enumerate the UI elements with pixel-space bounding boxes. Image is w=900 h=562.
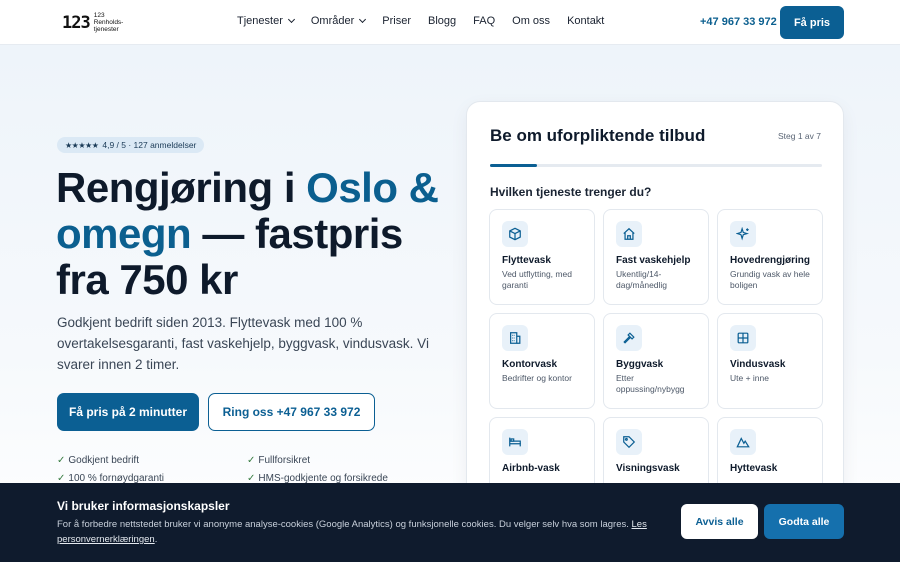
service-option-fast-vaskehjelp[interactable]: Fast vaskehjelp Ukentlig/14-dag/månedlig [603, 209, 709, 305]
chevron-down-icon [287, 15, 295, 24]
service-desc: Grundig vask av hele boligen [730, 269, 810, 290]
rating-text: 4,9 / 5 · 127 anmeldelser [102, 140, 197, 150]
accept-all-button[interactable]: Godta alle [764, 504, 844, 539]
hero-title: Rengjøring i Oslo & omegn — fastpris fra… [56, 165, 456, 303]
service-options: Flyttevask Ved utflytting, med garanti F… [489, 209, 823, 513]
menu-label: Områder [310, 15, 355, 27]
service-desc: Ved utflytting, med garanti [502, 269, 572, 290]
check-item: ✓ Fullforsikret [247, 455, 417, 466]
menu-label: Tjenester [237, 15, 283, 27]
menu-item-priser[interactable]: Priser [382, 15, 411, 27]
top-navigation: 123 123 Renholds-tjenester Tjenester Omr… [0, 0, 900, 45]
sparkle-icon [730, 221, 756, 247]
checkmark-icon: ✓ [247, 455, 256, 466]
service-name: Flyttevask [502, 255, 551, 266]
form-question: Hvilken tjeneste trenger du? [490, 185, 652, 199]
star-rating-icon: ★★★★★ [65, 140, 99, 150]
hero-subtitle: Godkjent bedrift siden 2013. Flyttevask … [57, 315, 429, 372]
logo-mark: 123 [62, 12, 91, 33]
service-desc: Bedrifter og kontor [502, 373, 572, 383]
service-name: Visningsvask [616, 463, 680, 474]
service-option-flyttevask[interactable]: Flyttevask Ved utflytting, med garanti [489, 209, 595, 305]
service-desc: Etter oppussing/nybygg [616, 373, 685, 394]
title-part1: Rengjøring i [56, 164, 307, 211]
checkmark-icon: ✓ [57, 455, 66, 466]
quote-form-card: Be om uforpliktende tilbud Steg 1 av 7 H… [466, 101, 844, 521]
service-option-kontorvask[interactable]: Kontorvask Bedrifter og kontor [489, 313, 595, 409]
service-option-byggvask[interactable]: Byggvask Etter oppussing/nybygg [603, 313, 709, 409]
tag-icon [616, 429, 642, 455]
building-icon [502, 325, 528, 351]
menu-item-blogg[interactable]: Blogg [428, 15, 456, 27]
cookie-body: For å forbedre nettstedet bruker vi anon… [57, 519, 632, 530]
chevron-down-icon [359, 15, 367, 24]
home-icon [616, 221, 642, 247]
logo[interactable]: 123 123 Renholds-tjenester [62, 12, 134, 33]
menu-item-tjenester[interactable]: Tjenester [237, 15, 295, 27]
service-option-vindusvask[interactable]: Vindusvask Ute + inne [717, 313, 823, 409]
menu-label: Om oss [512, 15, 551, 27]
mountain-icon [730, 429, 756, 455]
check-label: Fullforsikret [258, 455, 311, 466]
trust-checklist: ✓ Godkjent bedrift ✓ Fullforsikret ✓ 100 % … [57, 455, 417, 484]
progress-fill [490, 164, 538, 167]
window-icon [730, 325, 756, 351]
logo-text: 123 Renholds-tjenester [93, 12, 124, 33]
rating-badge: ★★★★★ 4,9 / 5 · 127 anmeldelser [57, 137, 205, 153]
get-price-button[interactable]: Få pris [780, 6, 844, 39]
call-us-button[interactable]: Ring oss +47 967 33 972 [208, 393, 375, 431]
step-indicator: Steg 1 av 7 [777, 131, 821, 141]
bed-icon [502, 429, 528, 455]
menu-item-om-oss[interactable]: Om oss [512, 15, 550, 27]
form-title: Be om uforpliktende tilbud [490, 126, 706, 145]
service-name: Vindusvask [730, 359, 786, 370]
reject-all-button[interactable]: Avvis alle [681, 504, 758, 539]
menu-label: FAQ [473, 15, 496, 27]
main-menu: Tjenester Områder Priser Blogg FAQ Om os… [237, 15, 621, 27]
get-price-2min-button[interactable]: Få pris på 2 minutter [57, 393, 199, 431]
box-icon [502, 221, 528, 247]
progress-bar [490, 164, 822, 167]
service-name: Hovedrengjøring [730, 255, 811, 266]
service-name: Byggvask [616, 359, 664, 370]
service-option-hovedrengjoring[interactable]: Hovedrengjøring Grundig vask av hele bol… [717, 209, 823, 305]
service-name: Kontorvask [502, 359, 558, 370]
menu-label: Priser [382, 15, 411, 27]
service-name: Hyttevask [730, 463, 778, 474]
service-name: Airbnb-vask [502, 463, 560, 474]
service-desc: Ute + inne [730, 373, 769, 383]
cookie-text: For å forbedre nettstedet bruker vi anon… [57, 517, 667, 547]
check-label: Godkjent bedrift [68, 455, 139, 466]
service-desc: Ukentlig/14-dag/månedlig [616, 269, 668, 290]
cookie-title: Vi bruker informasjonskapsler [57, 499, 230, 513]
service-name: Fast vaskehjelp [616, 255, 691, 266]
menu-label: Blogg [428, 15, 457, 27]
cookie-text-end: . [154, 534, 158, 545]
menu-label: Kontakt [567, 15, 605, 27]
check-item: ✓ Godkjent bedrift [57, 455, 247, 466]
menu-item-omrader[interactable]: Områder [310, 15, 367, 27]
menu-item-kontakt[interactable]: Kontakt [567, 15, 604, 27]
menu-item-faq[interactable]: FAQ [473, 15, 495, 27]
phone-link[interactable]: +47 967 33 972 [700, 16, 777, 28]
hammer-icon [616, 325, 642, 351]
cookie-banner: Vi bruker informasjonskapsler For å forb… [0, 483, 900, 562]
